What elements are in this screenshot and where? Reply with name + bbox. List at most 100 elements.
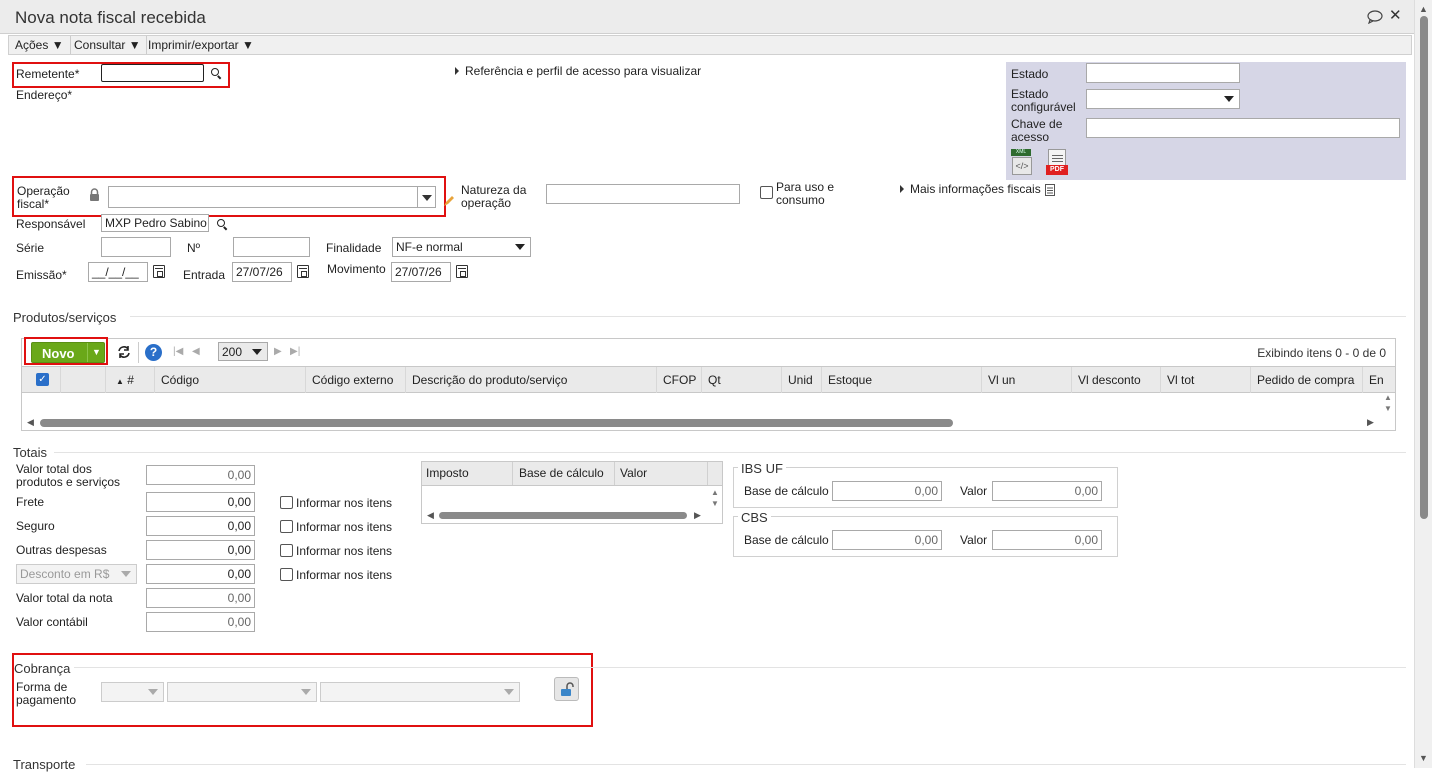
col-number[interactable]: ▲ #: [106, 367, 155, 393]
forma-pagamento-select-2[interactable]: [167, 682, 317, 702]
finalidade-select[interactable]: NF-e normal: [392, 237, 531, 257]
scroll-right-icon[interactable]: ▶: [1367, 417, 1374, 428]
operacao-select[interactable]: [108, 186, 436, 208]
ibs-valor-input[interactable]: 0,00: [992, 481, 1102, 501]
chave-input[interactable]: [1086, 118, 1400, 138]
serie-input[interactable]: [101, 237, 171, 257]
col-imposto[interactable]: Imposto: [422, 462, 513, 485]
calendar-icon[interactable]: [153, 265, 165, 278]
cbs-base-input[interactable]: 0,00: [832, 530, 942, 550]
edit-pencil-icon[interactable]: [443, 195, 455, 207]
col-vl-desconto[interactable]: Vl desconto: [1072, 367, 1161, 393]
entrada-input[interactable]: 27/07/26: [232, 262, 292, 282]
xml-download-icon[interactable]: XML </>: [1009, 149, 1035, 176]
remetente-label: Remetente*: [16, 67, 80, 81]
horizontal-scrollbar[interactable]: ◀ ▶: [22, 416, 1382, 430]
help-icon[interactable]: ?: [145, 344, 162, 361]
forma-pagamento-select-3[interactable]: [320, 682, 520, 702]
col-cfop[interactable]: CFOP: [657, 367, 702, 393]
ibs-base-input[interactable]: 0,00: [832, 481, 942, 501]
frete-input[interactable]: 0,00: [146, 492, 255, 512]
scroll-up-icon[interactable]: ▲: [711, 488, 719, 497]
valor-total-produtos-input: 0,00: [146, 465, 255, 485]
scroll-left-icon[interactable]: ◀: [427, 510, 434, 521]
natureza-label-2: operação: [461, 196, 512, 210]
page-size-select[interactable]: 200: [218, 342, 268, 361]
col-base-calculo[interactable]: Base de cálculo: [513, 462, 615, 485]
frete-informar-checkbox[interactable]: [280, 496, 293, 509]
next-page-icon[interactable]: ▶: [274, 346, 282, 357]
menu-imprimir[interactable]: Imprimir/exportar ▼: [143, 36, 259, 54]
first-page-icon[interactable]: |◀: [173, 346, 183, 357]
vertical-scrollbar[interactable]: ▲ ▼: [1382, 393, 1395, 417]
natureza-input[interactable]: [546, 184, 740, 204]
xml-badge: XML: [1011, 149, 1031, 156]
col-estoque[interactable]: Estoque: [822, 367, 982, 393]
scroll-down-icon[interactable]: ▼: [1419, 753, 1428, 763]
outras-informar-checkbox[interactable]: [280, 544, 293, 557]
scroll-right-icon[interactable]: ▶: [694, 510, 701, 521]
operacao-label-2: fiscal*: [17, 197, 50, 211]
menu-consultar[interactable]: Consultar ▼: [69, 36, 147, 54]
search-icon[interactable]: [217, 219, 227, 229]
search-icon[interactable]: [211, 68, 221, 78]
document-icon: [1045, 184, 1055, 196]
col-valor[interactable]: Valor: [615, 462, 708, 485]
desconto-input[interactable]: 0,00: [146, 564, 255, 584]
serie-label: Série: [16, 241, 45, 255]
operacao-dropdown-button[interactable]: [417, 187, 435, 207]
col-qt[interactable]: Qt: [702, 367, 782, 393]
estado-config-label-2: configurável: [1011, 100, 1076, 114]
expand-arrow-icon: [455, 67, 459, 75]
prev-page-icon[interactable]: ◀: [192, 346, 200, 357]
col-codigo-externo[interactable]: Código externo: [306, 367, 406, 393]
select-all-checkbox[interactable]: ✓: [36, 373, 49, 386]
desconto-type-select[interactable]: Desconto em R$: [16, 564, 137, 584]
col-vl-tot[interactable]: Vl tot: [1161, 367, 1251, 393]
seguro-input[interactable]: 0,00: [146, 516, 255, 536]
remetente-input[interactable]: [101, 64, 204, 82]
seguro-informar-checkbox[interactable]: [280, 520, 293, 533]
horizontal-scrollbar[interactable]: ◀ ▶: [422, 510, 708, 522]
unlock-button[interactable]: [554, 677, 579, 701]
page-vertical-scrollbar[interactable]: ▲ ▼: [1414, 0, 1432, 768]
scroll-up-icon[interactable]: ▲: [1384, 393, 1392, 402]
refresh-icon[interactable]: [116, 345, 132, 359]
col-unid[interactable]: Unid: [782, 367, 822, 393]
col-pedido-compra[interactable]: Pedido de compra: [1251, 367, 1363, 393]
movimento-input[interactable]: 27/07/26: [391, 262, 451, 282]
uso-consumo-checkbox[interactable]: [760, 186, 773, 199]
col-codigo[interactable]: Código: [155, 367, 306, 393]
estado-input[interactable]: [1086, 63, 1240, 83]
emissao-input[interactable]: __/__/__: [88, 262, 148, 282]
cbs-title: CBS: [738, 510, 771, 525]
lock-icon: [90, 188, 99, 201]
responsavel-input[interactable]: MXP Pedro Sabino: [101, 214, 209, 232]
estado-config-select[interactable]: [1086, 89, 1240, 109]
scroll-down-icon[interactable]: ▼: [1384, 404, 1392, 413]
pdf-download-icon[interactable]: PDF: [1046, 149, 1070, 176]
referencia-link[interactable]: Referência e perfil de acesso para visua…: [465, 65, 701, 78]
calendar-icon[interactable]: [297, 265, 309, 278]
uso-consumo-label-2: consumo: [776, 193, 825, 207]
numero-input[interactable]: [233, 237, 310, 257]
seguro-informar-label: Informar nos itens: [296, 520, 393, 534]
menu-acoes[interactable]: Ações ▼: [9, 36, 71, 54]
valor-contabil-input: 0,00: [146, 612, 255, 632]
scroll-down-icon[interactable]: ▼: [711, 499, 719, 508]
last-page-icon[interactable]: ▶|: [290, 346, 300, 357]
forma-pagamento-select-1[interactable]: [101, 682, 164, 702]
calendar-icon[interactable]: [456, 265, 468, 278]
close-icon[interactable]: ✕: [1389, 6, 1402, 24]
desconto-informar-checkbox[interactable]: [280, 568, 293, 581]
col-en[interactable]: En: [1363, 367, 1395, 393]
totais-section-title: Totais: [13, 445, 47, 460]
mais-info-link[interactable]: Mais informações fiscais: [910, 183, 1041, 196]
scroll-left-icon[interactable]: ◀: [27, 417, 34, 428]
col-vl-un[interactable]: Vl un: [982, 367, 1072, 393]
scroll-up-icon[interactable]: ▲: [1419, 4, 1428, 14]
chat-icon[interactable]: [1367, 10, 1383, 24]
outras-despesas-input[interactable]: 0,00: [146, 540, 255, 560]
cbs-valor-input[interactable]: 0,00: [992, 530, 1102, 550]
col-descricao[interactable]: Descrição do produto/serviço: [406, 367, 657, 393]
